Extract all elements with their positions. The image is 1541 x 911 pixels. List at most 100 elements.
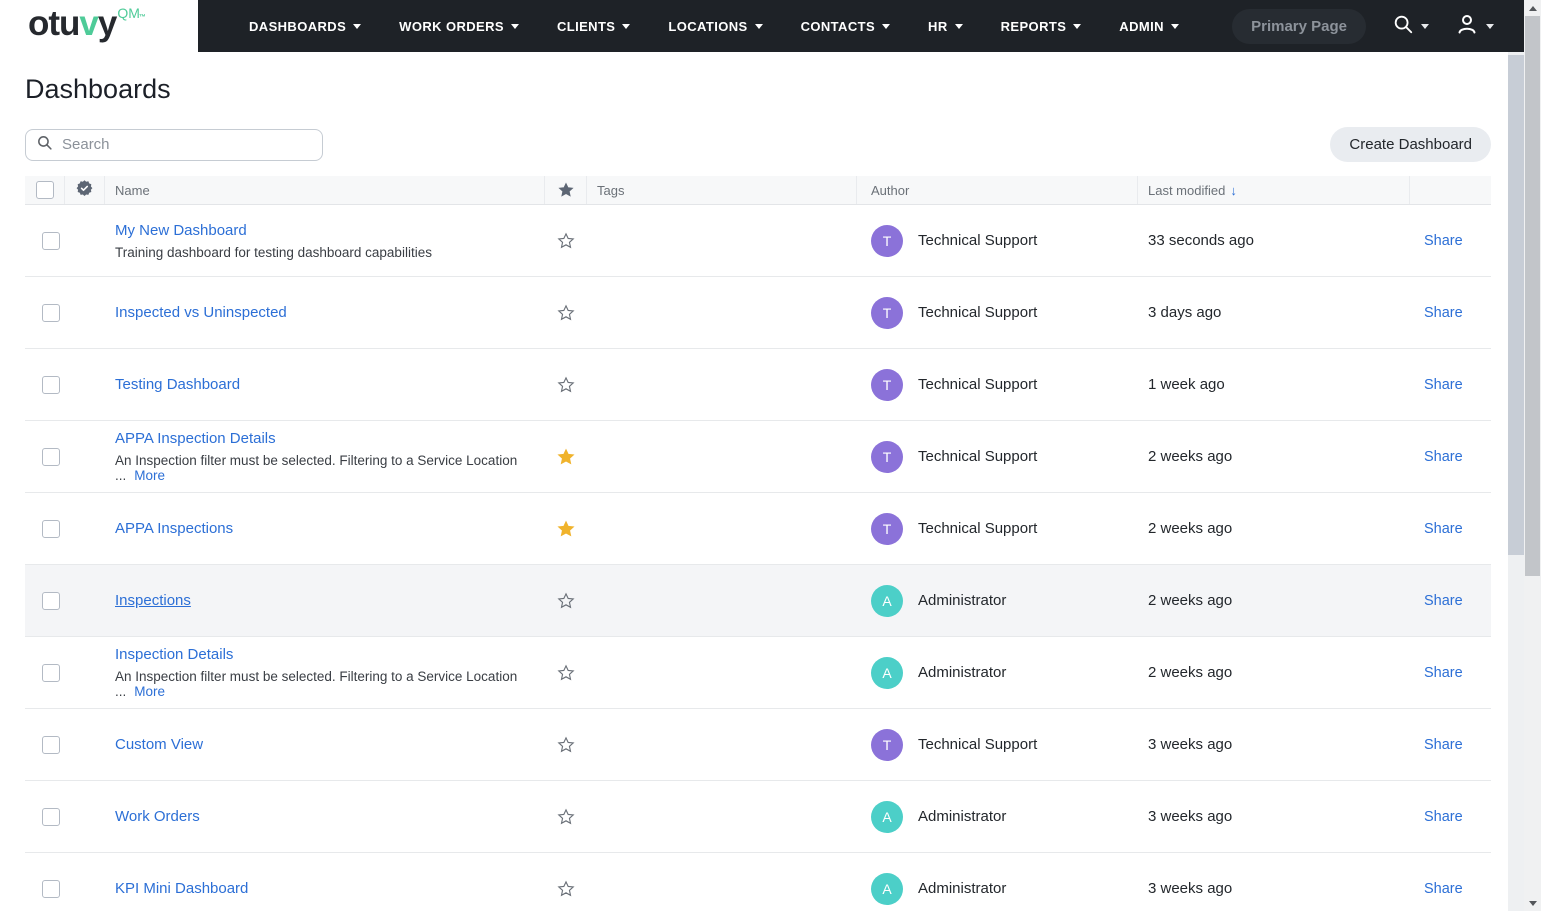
chevron-down-icon <box>754 23 763 29</box>
share-link[interactable]: Share <box>1424 377 1463 393</box>
last-modified-value: 2 weeks ago <box>1148 448 1233 465</box>
favorite-star-icon[interactable] <box>557 232 575 250</box>
dashboard-description: Training dashboard for testing dashboard… <box>115 244 432 260</box>
row-checkbox[interactable] <box>42 879 60 898</box>
share-link[interactable]: Share <box>1424 881 1463 897</box>
table-body: My New Dashboard Training dashboard for … <box>25 205 1491 911</box>
search-input[interactable] <box>62 136 312 153</box>
dashboard-description: An Inspection filter must be selected. F… <box>115 453 518 483</box>
dashboard-name-link[interactable]: Inspected vs Uninspected <box>115 304 287 321</box>
share-link[interactable]: Share <box>1424 521 1463 537</box>
certified-badge-icon[interactable] <box>75 179 94 201</box>
logo-check-glyph: v <box>79 4 98 43</box>
dashboard-name-link[interactable]: Custom View <box>115 736 203 753</box>
content-scrollbar-thumb[interactable] <box>1508 55 1524 555</box>
dashboard-name-link[interactable]: Work Orders <box>115 808 200 825</box>
share-link[interactable]: Share <box>1424 737 1463 753</box>
row-checkbox[interactable] <box>42 807 60 826</box>
nav-item-hr[interactable]: HR <box>909 0 982 52</box>
row-checkbox[interactable] <box>42 519 60 538</box>
row-checkbox[interactable] <box>42 375 60 394</box>
share-link[interactable]: Share <box>1424 233 1463 249</box>
select-all-checkbox[interactable] <box>35 181 54 199</box>
favorite-star-icon[interactable] <box>557 664 575 682</box>
column-header-last-modified[interactable]: Last modified ↓ <box>1138 176 1410 204</box>
dashboards-table: Name Tags Author Last modified ↓ My New D… <box>25 176 1491 911</box>
last-modified-value: 2 weeks ago <box>1148 592 1233 609</box>
table-row: Inspections A Administrator 2 weeks ago … <box>25 565 1491 637</box>
author-cell: T Technical Support <box>857 224 1138 257</box>
window-scrollbar-thumb[interactable] <box>1525 16 1540 576</box>
last-modified-value: 33 seconds ago <box>1148 232 1254 249</box>
column-header-name[interactable]: Name <box>105 176 545 204</box>
share-link[interactable]: Share <box>1424 665 1463 681</box>
favorite-column-icon[interactable] <box>557 182 574 198</box>
favorite-star-icon[interactable] <box>557 808 575 826</box>
column-header-author[interactable]: Author <box>857 176 1138 204</box>
chevron-down-icon <box>1073 23 1082 29</box>
favorite-star-icon[interactable] <box>557 736 575 754</box>
favorite-star-icon[interactable] <box>557 592 575 610</box>
window-scrollbar[interactable] <box>1524 0 1541 911</box>
nav-item-contacts[interactable]: CONTACTS <box>782 0 909 52</box>
favorite-star-icon[interactable] <box>557 304 575 322</box>
dashboard-name-link[interactable]: My New Dashboard <box>115 222 247 239</box>
row-checkbox[interactable] <box>42 303 60 322</box>
favorite-star-icon[interactable] <box>557 448 575 466</box>
avatar: A <box>871 584 903 617</box>
chevron-down-icon <box>622 23 631 29</box>
author-cell: A Administrator <box>857 800 1138 833</box>
logo-text: otu <box>28 4 80 43</box>
primary-page-button[interactable]: Primary Page <box>1232 8 1366 44</box>
share-link[interactable]: Share <box>1424 809 1463 825</box>
search-menu[interactable] <box>1392 13 1429 40</box>
nav-item-work-orders[interactable]: WORK ORDERS <box>380 0 538 52</box>
dashboard-name-link[interactable]: APPA Inspection Details <box>115 430 276 447</box>
share-link[interactable]: Share <box>1424 449 1463 465</box>
row-checkbox[interactable] <box>42 447 60 466</box>
chevron-down-icon <box>882 23 891 29</box>
author-cell: A Administrator <box>857 584 1138 617</box>
favorite-star-icon[interactable] <box>557 520 575 538</box>
share-link[interactable]: Share <box>1424 305 1463 321</box>
more-link[interactable]: More <box>134 468 165 483</box>
dashboard-name-link[interactable]: Inspections <box>115 592 191 609</box>
last-modified-value: 1 week ago <box>1148 376 1225 393</box>
search-box[interactable] <box>25 128 323 161</box>
table-row: Custom View T Technical Support 3 weeks … <box>25 709 1491 781</box>
table-row: APPA Inspections T Technical Support 2 w… <box>25 493 1491 565</box>
avatar: A <box>871 656 903 689</box>
user-menu[interactable] <box>1455 12 1494 41</box>
scroll-up-arrow[interactable] <box>1524 0 1541 16</box>
last-modified-value: 3 weeks ago <box>1148 808 1233 825</box>
share-link[interactable]: Share <box>1424 593 1463 609</box>
row-checkbox[interactable] <box>42 663 60 682</box>
table-row: KPI Mini Dashboard A Administrator 3 wee… <box>25 853 1491 911</box>
dashboard-name-link[interactable]: APPA Inspections <box>115 520 233 537</box>
create-dashboard-button[interactable]: Create Dashboard <box>1330 127 1491 162</box>
row-checkbox[interactable] <box>42 735 60 754</box>
avatar: A <box>871 872 903 905</box>
scroll-down-arrow[interactable] <box>1524 895 1541 911</box>
dashboard-name-link[interactable]: KPI Mini Dashboard <box>115 880 248 897</box>
nav-item-reports[interactable]: REPORTS <box>982 0 1101 52</box>
author-cell: T Technical Support <box>857 440 1138 473</box>
column-header-tags[interactable]: Tags <box>587 176 857 204</box>
author-cell: A Administrator <box>857 872 1138 905</box>
chevron-down-icon <box>510 23 519 29</box>
dashboard-name-link[interactable]: Inspection Details <box>115 646 233 663</box>
nav-item-clients[interactable]: CLIENTS <box>538 0 649 52</box>
row-checkbox[interactable] <box>42 591 60 610</box>
nav-item-admin[interactable]: ADMIN <box>1100 0 1198 52</box>
nav-item-locations[interactable]: LOCATIONS <box>649 0 781 52</box>
dashboard-name-link[interactable]: Testing Dashboard <box>115 376 240 393</box>
favorite-star-icon[interactable] <box>557 880 575 898</box>
author-cell: A Administrator <box>857 656 1138 689</box>
favorite-star-icon[interactable] <box>557 376 575 394</box>
row-checkbox[interactable] <box>42 231 60 250</box>
more-link[interactable]: More <box>134 684 165 699</box>
nav-item-dashboards[interactable]: DASHBOARDS <box>230 0 380 52</box>
last-modified-value: 2 weeks ago <box>1148 520 1233 537</box>
content-scrollbar[interactable] <box>1508 52 1524 911</box>
brand-logo[interactable]: otuvyQM™ <box>28 4 146 44</box>
